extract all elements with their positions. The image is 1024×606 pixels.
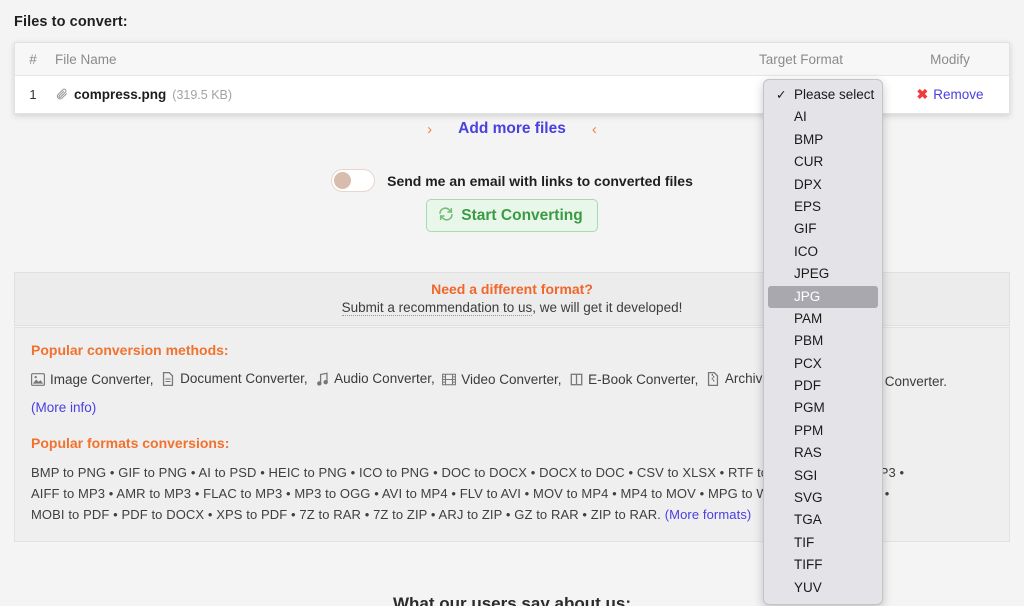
header-target-format: Target Format: [758, 51, 844, 67]
dropdown-option-ppm[interactable]: PPM: [764, 420, 882, 442]
method-document-converter[interactable]: Document Converter,: [161, 369, 308, 389]
recommendation-rest: , we will get it developed!: [532, 300, 683, 315]
dropdown-option-jpeg[interactable]: JPEG: [764, 263, 882, 285]
method-label: E-Book Converter,: [588, 372, 699, 387]
dropdown-option-cur[interactable]: CUR: [764, 151, 882, 173]
method-label: Audio Converter,: [334, 371, 435, 386]
more-formats-link[interactable]: (More formats): [665, 507, 752, 522]
file-size-text: (319.5 KB): [172, 87, 233, 102]
chevron-left-icon: ‹: [591, 120, 597, 138]
header-file-name: File Name: [55, 51, 117, 67]
document-icon: [161, 372, 175, 386]
more-info-link[interactable]: (More info): [31, 400, 96, 415]
dropdown-option-eps[interactable]: EPS: [764, 196, 882, 218]
formats-last-text: MOBI to PDF • PDF to DOCX • XPS to PDF •…: [31, 507, 665, 522]
email-option-label: Send me an email with links to converted…: [387, 172, 693, 189]
toggle-knob: [334, 172, 352, 189]
target-format-dropdown[interactable]: Please selectAIBMPCURDPXEPSGIFICOJPEGJPG…: [763, 79, 883, 605]
dropdown-option-bmp[interactable]: BMP: [764, 129, 882, 151]
recommendation-link[interactable]: Submit a recommendation to us: [341, 300, 533, 316]
file-table-header: # File Name Target Format Modify: [15, 43, 1009, 76]
method-ebook-converter[interactable]: E-Book Converter,: [569, 370, 698, 390]
method-image-converter[interactable]: Image Converter,: [31, 370, 154, 390]
method-label: Video Converter,: [461, 372, 562, 387]
dropdown-option-pdf[interactable]: PDF: [764, 375, 882, 397]
remove-button[interactable]: ✖ Remove: [916, 87, 983, 102]
refresh-convert-icon: [438, 206, 454, 225]
dropdown-option-pam[interactable]: PAM: [764, 308, 882, 330]
row-number: 1: [29, 87, 37, 102]
method-audio-converter[interactable]: Audio Converter,: [315, 369, 435, 389]
dropdown-option-pgm[interactable]: PGM: [764, 397, 882, 419]
dropdown-option-tiff[interactable]: TIFF: [764, 554, 882, 576]
dropdown-option-ras[interactable]: RAS: [764, 442, 882, 464]
dropdown-option-ai[interactable]: AI: [764, 106, 882, 128]
header-modify: Modify: [930, 51, 970, 67]
dropdown-option-tif[interactable]: TIF: [764, 532, 882, 554]
email-toggle-switch[interactable]: [331, 169, 376, 192]
start-converting-button[interactable]: Start Converting: [426, 199, 598, 232]
row-file-name-cell: compress.png (319.5 KB): [51, 87, 711, 103]
red-x-icon: ✖: [916, 86, 929, 103]
dropdown-option-pcx[interactable]: PCX: [764, 353, 882, 375]
image-icon: [31, 373, 45, 387]
book-icon: [569, 373, 583, 387]
dropdown-option-dpx[interactable]: DPX: [764, 174, 882, 196]
dropdown-option-svg[interactable]: SVG: [764, 487, 882, 509]
film-icon: [442, 373, 457, 387]
dropdown-option-pbm[interactable]: PBM: [764, 330, 882, 352]
remove-label: Remove: [933, 86, 984, 102]
file-name-text: compress.png: [74, 87, 167, 102]
row-modify-cell: ✖ Remove: [891, 87, 1009, 103]
start-converting-label: Start Converting: [461, 206, 583, 224]
method-label: Image Converter,: [50, 372, 154, 387]
music-note-icon: [315, 372, 329, 386]
archive-icon: [706, 372, 720, 386]
dropdown-option-sgi[interactable]: SGI: [764, 465, 882, 487]
page-title: Files to convert:: [14, 14, 128, 30]
add-more-files-button[interactable]: Add more files: [458, 120, 566, 138]
dropdown-option-yuv[interactable]: YUV: [764, 577, 882, 599]
dropdown-option-gif[interactable]: GIF: [764, 218, 882, 240]
dropdown-option-please-select[interactable]: Please select: [764, 84, 882, 107]
paperclip-icon: [55, 87, 68, 103]
dropdown-option-ico[interactable]: ICO: [764, 241, 882, 263]
dropdown-option-jpg[interactable]: JPG: [768, 285, 878, 308]
header-number: #: [29, 51, 37, 67]
method-label: Document Converter,: [180, 371, 308, 386]
dropdown-option-tga[interactable]: TGA: [764, 509, 882, 531]
chevron-right-icon: ›: [427, 120, 433, 138]
method-video-converter[interactable]: Video Converter,: [442, 370, 562, 390]
